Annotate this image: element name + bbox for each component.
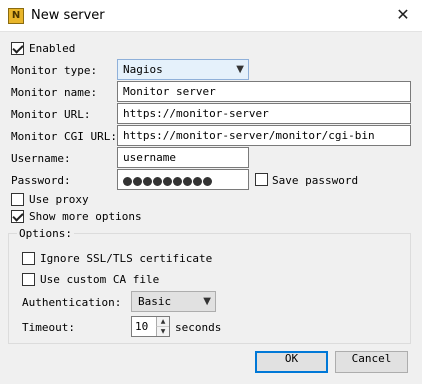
app-icon: N bbox=[8, 8, 24, 24]
username-input[interactable]: username bbox=[117, 147, 249, 168]
save-password-label: Save password bbox=[272, 174, 359, 187]
spin-up-icon[interactable]: ▲ bbox=[156, 317, 169, 327]
password-mask-dot bbox=[203, 176, 212, 186]
chevron-down-icon: ▼ bbox=[236, 64, 244, 75]
custom-ca-label: Use custom CA file bbox=[40, 273, 160, 286]
timeout-label: Timeout: bbox=[22, 321, 75, 334]
password-mask-dot bbox=[163, 176, 172, 186]
monitor-name-label: Monitor name: bbox=[11, 86, 98, 99]
ignore-ssl-label: Ignore SSL/TLS certificate bbox=[40, 252, 213, 265]
monitor-cgi-url-label: Monitor CGI URL: bbox=[11, 130, 117, 143]
timeout-value: 10 bbox=[135, 320, 149, 333]
authentication-value: Basic bbox=[138, 295, 172, 308]
use-proxy-checkbox[interactable] bbox=[11, 193, 24, 206]
use-proxy-label: Use proxy bbox=[29, 193, 89, 206]
enabled-label: Enabled bbox=[29, 42, 76, 55]
password-mask-dot bbox=[173, 176, 182, 186]
password-label: Password: bbox=[11, 174, 71, 187]
chevron-down-icon: ▼ bbox=[203, 296, 211, 307]
custom-ca-checkbox[interactable] bbox=[22, 273, 35, 286]
username-label: Username: bbox=[11, 152, 71, 165]
monitor-type-value: Nagios bbox=[123, 63, 163, 76]
ok-button[interactable]: OK bbox=[255, 351, 328, 373]
options-legend: Options: bbox=[17, 227, 74, 240]
password-mask-dot bbox=[143, 176, 152, 186]
monitor-cgi-url-input[interactable]: https://monitor-server/monitor/cgi-bin bbox=[117, 125, 411, 146]
enabled-checkbox[interactable] bbox=[11, 42, 24, 55]
timeout-stepper[interactable]: 10 ▲ ▼ bbox=[131, 316, 170, 337]
password-mask-dot bbox=[153, 176, 162, 186]
monitor-type-select[interactable]: Nagios ▼ bbox=[117, 59, 249, 80]
ignore-ssl-checkbox[interactable] bbox=[22, 252, 35, 265]
authentication-select[interactable]: Basic ▼ bbox=[131, 291, 216, 312]
monitor-type-label: Monitor type: bbox=[11, 64, 98, 77]
save-password-checkbox[interactable] bbox=[255, 173, 268, 186]
close-icon[interactable]: ✕ bbox=[394, 6, 412, 24]
password-mask-dot bbox=[193, 176, 202, 186]
password-input[interactable] bbox=[117, 169, 249, 190]
spin-down-icon[interactable]: ▼ bbox=[156, 327, 169, 336]
monitor-url-label: Monitor URL: bbox=[11, 108, 91, 121]
password-mask-dot bbox=[183, 176, 192, 186]
show-more-options-label: Show more options bbox=[29, 210, 142, 223]
monitor-name-input[interactable]: Monitor server bbox=[117, 81, 411, 102]
authentication-label: Authentication: bbox=[22, 296, 122, 309]
window-title: New server bbox=[31, 8, 105, 23]
show-more-options-checkbox[interactable] bbox=[11, 210, 24, 223]
password-mask-dot bbox=[123, 176, 132, 186]
cancel-button[interactable]: Cancel bbox=[335, 351, 408, 373]
timeout-unit: seconds bbox=[175, 321, 222, 334]
password-mask-dot bbox=[133, 176, 142, 186]
monitor-url-input[interactable]: https://monitor-server bbox=[117, 103, 411, 124]
